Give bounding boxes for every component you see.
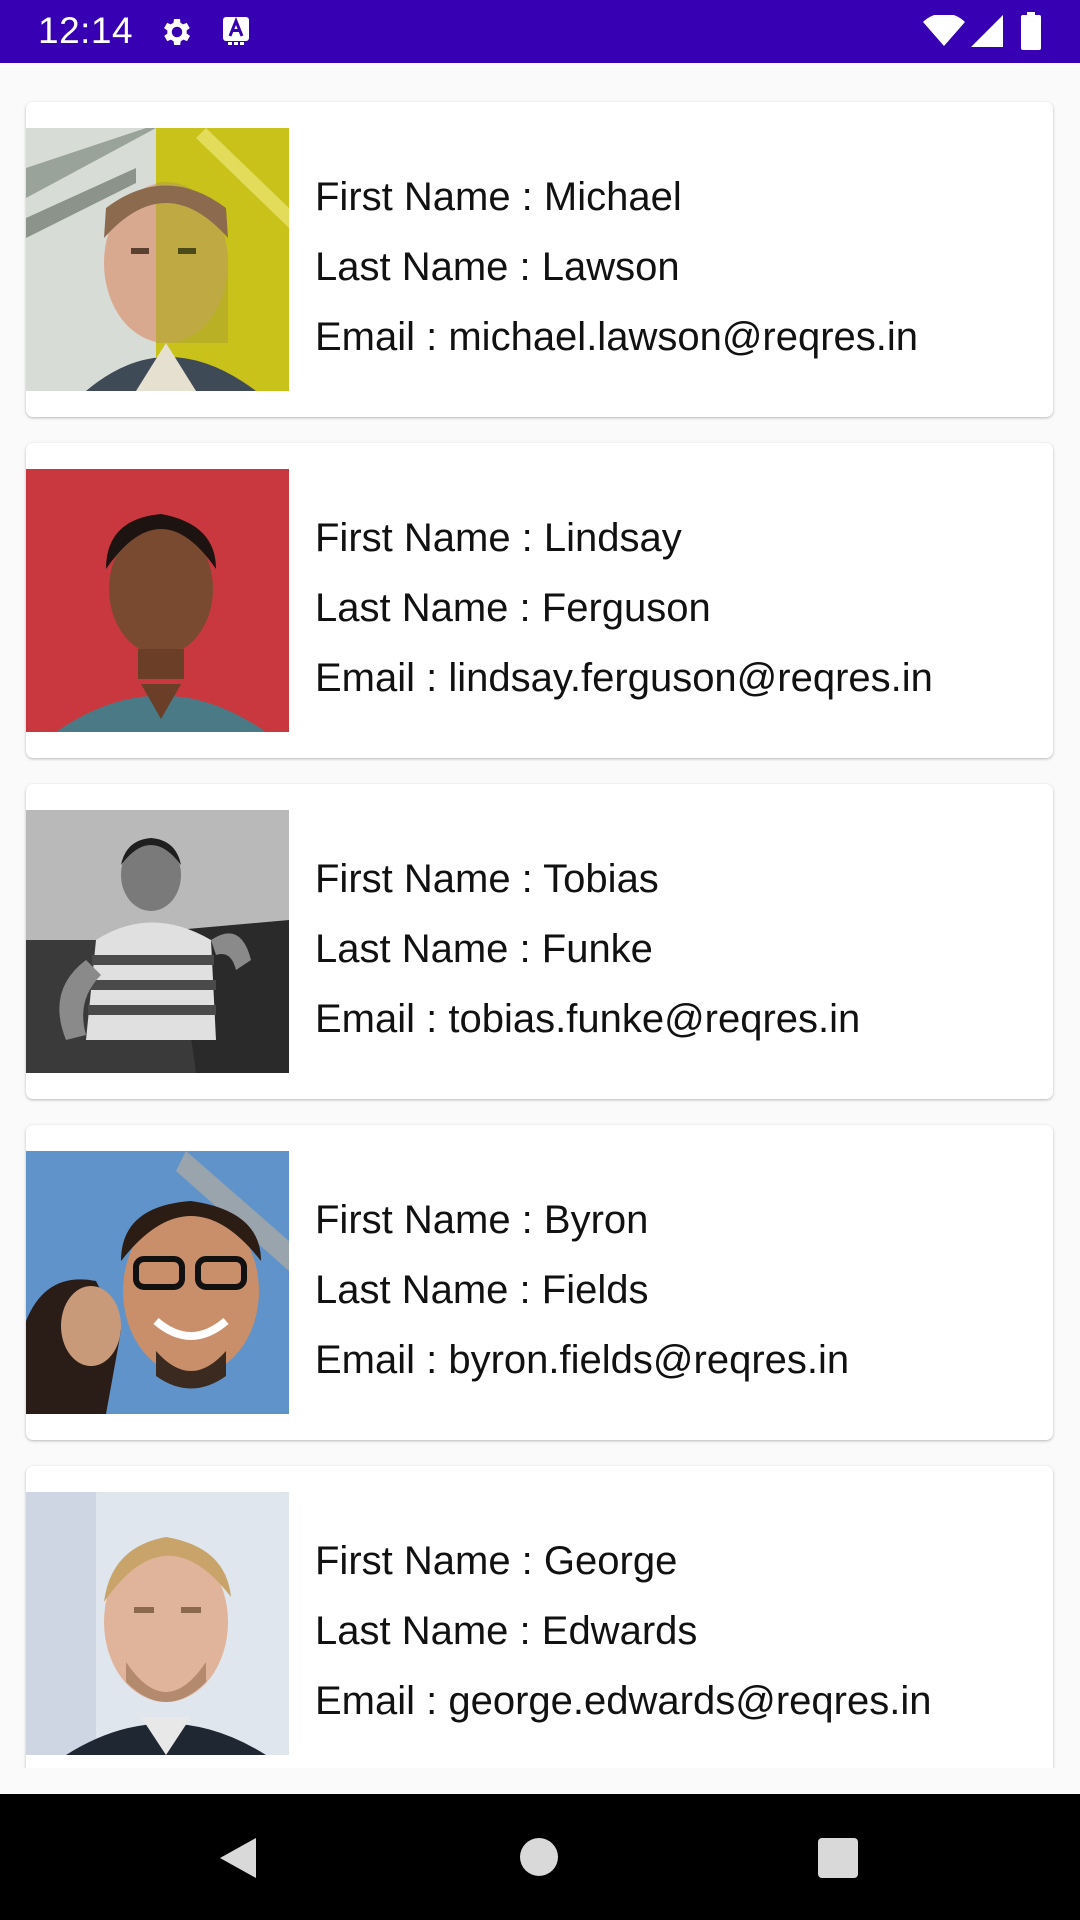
user-info: First Name : George Last Name : Edwards …	[315, 1526, 1035, 1736]
email-label: Email : george.edwards@reqres.in	[315, 1679, 932, 1723]
wifi-icon	[923, 15, 965, 46]
user-info: First Name : Byron Last Name : Fields Em…	[315, 1185, 1035, 1395]
navigation-bar	[0, 1794, 1080, 1920]
user-card[interactable]: First Name : George Last Name : Edwards …	[26, 1466, 1053, 1768]
user-card[interactable]: First Name : Lindsay Last Name : Ferguso…	[26, 443, 1053, 758]
user-avatar	[26, 1151, 289, 1414]
back-icon[interactable]	[218, 1836, 258, 1880]
first-name-label: First Name : Michael	[315, 175, 682, 219]
email-label: Email : lindsay.ferguson@reqres.in	[315, 656, 933, 700]
recents-icon[interactable]	[818, 1838, 858, 1878]
last-name-label: Last Name : Fields	[315, 1268, 649, 1312]
last-name-label: Last Name : Ferguson	[315, 586, 711, 630]
gear-icon	[164, 18, 191, 46]
last-name-label: Last Name : Edwards	[315, 1609, 698, 1653]
user-info: First Name : Lindsay Last Name : Ferguso…	[315, 503, 1035, 713]
status-bar: 12:14	[0, 0, 1080, 63]
first-name-label: First Name : Tobias	[315, 857, 659, 901]
keyboard-a-icon	[223, 16, 249, 45]
user-info: First Name : Tobias Last Name : Funke Em…	[315, 844, 1035, 1054]
status-time: 12:14	[38, 10, 134, 51]
battery-icon	[1021, 12, 1041, 50]
email-label: Email : byron.fields@reqres.in	[315, 1338, 850, 1382]
email-label: Email : michael.lawson@reqres.in	[315, 315, 919, 359]
user-card[interactable]: First Name : Michael Last Name : Lawson …	[26, 102, 1053, 417]
user-avatar	[26, 128, 289, 391]
user-avatar	[26, 469, 289, 732]
user-list[interactable]: First Name : Michael Last Name : Lawson …	[0, 63, 1080, 1768]
email-label: Email : tobias.funke@reqres.in	[315, 997, 861, 1041]
user-avatar	[26, 1492, 289, 1755]
last-name-label: Last Name : Funke	[315, 927, 653, 971]
first-name-label: First Name : Lindsay	[315, 516, 682, 560]
user-avatar	[26, 810, 289, 1073]
last-name-label: Last Name : Lawson	[315, 245, 680, 289]
first-name-label: First Name : George	[315, 1539, 678, 1583]
user-card[interactable]: First Name : Byron Last Name : Fields Em…	[26, 1125, 1053, 1440]
user-info: First Name : Michael Last Name : Lawson …	[315, 162, 1035, 372]
first-name-label: First Name : Byron	[315, 1198, 649, 1242]
user-card[interactable]: First Name : Tobias Last Name : Funke Em…	[26, 784, 1053, 1099]
signal-icon	[971, 15, 1003, 47]
home-icon[interactable]	[520, 1838, 558, 1876]
